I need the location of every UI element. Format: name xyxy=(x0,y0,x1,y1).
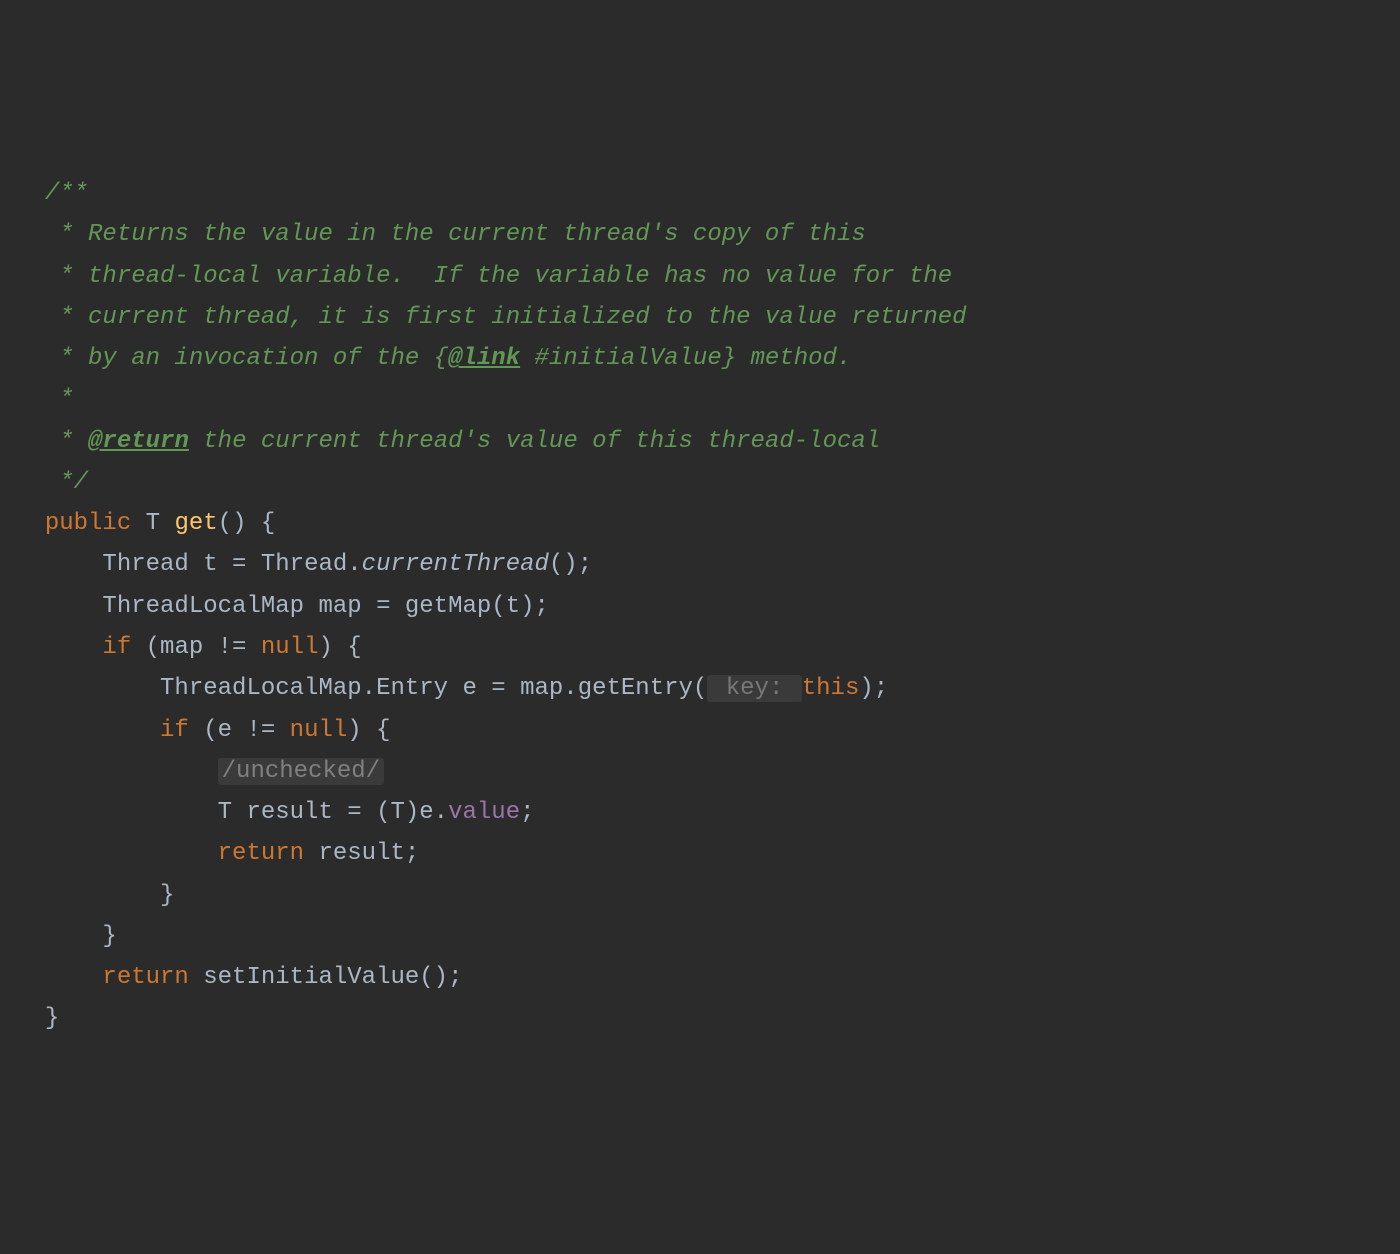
gutter-bar xyxy=(16,964,45,991)
gutter-bar xyxy=(16,799,45,826)
gutter-bar xyxy=(16,180,45,207)
type-param: T xyxy=(146,510,160,537)
keyword-if: if xyxy=(102,634,131,661)
keyword-public: public xyxy=(45,510,131,537)
code-text: (e != xyxy=(189,717,290,744)
code-text: e = map.getEntry( xyxy=(448,675,707,702)
code-text: map = getMap(t); xyxy=(304,593,549,620)
gutter-bar xyxy=(16,263,45,290)
code-text: ); xyxy=(859,675,888,702)
keyword-null: null xyxy=(290,717,348,744)
gutter-bar xyxy=(16,304,45,331)
indent xyxy=(45,840,218,867)
keyword-this: this xyxy=(802,675,860,702)
indent xyxy=(45,799,218,826)
code-text: result; xyxy=(304,840,419,867)
type-threadlocalmap: ThreadLocalMap xyxy=(102,593,304,620)
brace-close: } xyxy=(160,882,174,909)
indent xyxy=(45,964,103,991)
javadoc-line: * by an invocation of the { xyxy=(45,345,448,372)
gutter-bar xyxy=(16,345,45,372)
indent xyxy=(45,758,218,785)
code-text: t = Thread. xyxy=(189,551,362,578)
parameter-hint: key: xyxy=(707,675,801,702)
code-text: setInitialValue(); xyxy=(189,964,463,991)
code-text xyxy=(160,510,174,537)
keyword-if: if xyxy=(160,717,189,744)
indent xyxy=(45,923,103,950)
code-editor[interactable]: /** * Returns the value in the current t… xyxy=(16,173,1384,1040)
code-text: result = (T)e. xyxy=(232,799,448,826)
gutter-bar xyxy=(16,551,45,578)
static-method: currentThread xyxy=(362,551,549,578)
code-text: () { xyxy=(218,510,276,537)
keyword-return: return xyxy=(218,840,304,867)
code-text xyxy=(131,510,145,537)
gutter-bar xyxy=(16,717,45,744)
javadoc-line: * xyxy=(45,428,88,455)
indent xyxy=(45,882,160,909)
gutter-bar xyxy=(16,758,45,785)
gutter-bar xyxy=(16,221,45,248)
code-text: (); xyxy=(549,551,592,578)
indent xyxy=(45,551,103,578)
gutter-bar xyxy=(16,882,45,909)
field-value: value xyxy=(448,799,520,826)
method-name: get xyxy=(174,510,217,537)
gutter-bar xyxy=(16,510,45,537)
gutter-bar xyxy=(16,840,45,867)
indent xyxy=(45,593,103,620)
indent xyxy=(45,634,103,661)
type-entry: ThreadLocalMap.Entry xyxy=(160,675,448,702)
gutter-bar xyxy=(16,593,45,620)
javadoc-open: /** xyxy=(45,180,88,207)
type-thread: Thread xyxy=(102,551,188,578)
keyword-null: null xyxy=(261,634,319,661)
indent xyxy=(45,675,160,702)
gutter-bar xyxy=(16,1005,45,1032)
type-param: T xyxy=(218,799,232,826)
brace-close: } xyxy=(102,923,116,950)
code-text: ) { xyxy=(318,634,361,661)
indent xyxy=(45,717,160,744)
code-text: ) { xyxy=(347,717,390,744)
keyword-return: return xyxy=(102,964,188,991)
javadoc-line: * thread-local variable. If the variable… xyxy=(45,263,952,290)
gutter-bar xyxy=(16,469,45,496)
folded-annotation[interactable]: /unchecked/ xyxy=(218,758,384,785)
gutter-bar xyxy=(16,675,45,702)
code-text: ; xyxy=(520,799,534,826)
code-text: (map != xyxy=(131,634,261,661)
brace-close: } xyxy=(45,1005,59,1032)
gutter-bar xyxy=(16,386,45,413)
gutter-bar xyxy=(16,923,45,950)
javadoc-link-tag: @link xyxy=(448,345,520,372)
gutter-bar xyxy=(16,634,45,661)
gutter-bar xyxy=(16,428,45,455)
javadoc-line: * Returns the value in the current threa… xyxy=(45,221,866,248)
javadoc-line: * xyxy=(45,386,74,413)
javadoc-line: the current thread's value of this threa… xyxy=(189,428,880,455)
javadoc-line: #initialValue} method. xyxy=(520,345,851,372)
javadoc-line: * current thread, it is first initialize… xyxy=(45,304,967,331)
javadoc-return-tag: @return xyxy=(88,428,189,455)
javadoc-close: */ xyxy=(45,469,88,496)
